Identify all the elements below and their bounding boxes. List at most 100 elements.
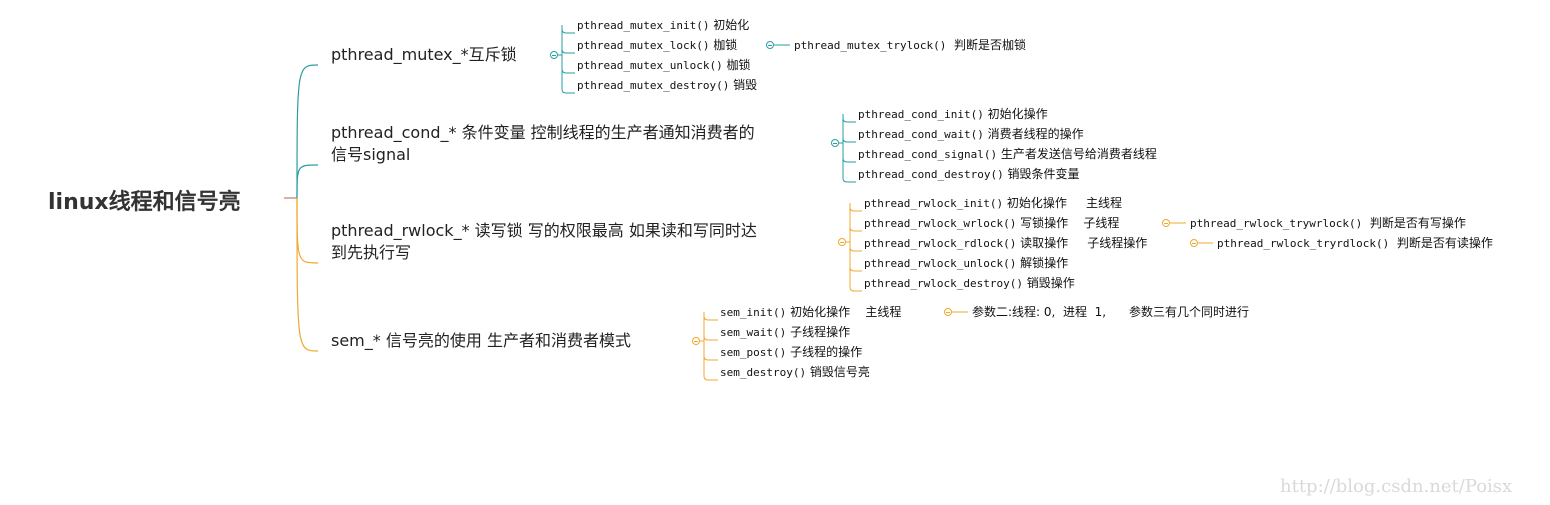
function-name: pthread_cond_destroy() (858, 168, 1004, 181)
child-topic[interactable]: pthread_mutex_unlock() 枷锁 (577, 57, 751, 74)
minus-icon (840, 241, 844, 243)
collapse-toggle-icon[interactable] (944, 308, 952, 316)
collapse-toggle-icon[interactable] (1162, 219, 1170, 227)
child-connector (842, 157, 856, 163)
watermark: http://blog.csdn.net/Poisx (1280, 476, 1513, 497)
mindmap-connectors (284, 25, 1213, 381)
function-name: sem_wait() (720, 326, 787, 339)
branch-connector-0 (296, 64, 319, 199)
collapse-toggle-icon[interactable] (831, 139, 839, 147)
branch-label-line2: 到先执行写 (331, 243, 412, 262)
function-note: 初始化操作 主线程 (1006, 196, 1122, 210)
function-name: pthread_mutex_init() (577, 19, 710, 32)
child-connector (703, 335, 718, 341)
collapse-toggle-icon[interactable] (692, 337, 700, 345)
child-connector (561, 68, 575, 74)
child-connector (561, 48, 575, 54)
child-topic[interactable]: pthread_cond_destroy() 销毁条件变量 (858, 166, 1080, 183)
child-topic[interactable]: pthread_rwlock_rdlock() 读取操作 子线程操作 (864, 235, 1147, 252)
branch-label-line2: 信号signal (331, 145, 411, 164)
child-connector (842, 137, 856, 143)
function-name: sem_init() (720, 306, 787, 319)
child-connector (849, 226, 862, 232)
child-connector (703, 315, 718, 321)
minus-icon (768, 44, 772, 46)
sub-topic[interactable]: 参数二:线程: 0, 进程 1, 参数三有几个同时进行 (972, 304, 1249, 320)
child-topic[interactable]: pthread_rwlock_destroy() 销毁操作 (864, 275, 1075, 292)
branch-topic-3[interactable]: sem_* 信号亮的使用 生产者和消费者模式 (331, 330, 631, 352)
function-name: pthread_rwlock_wrlock() (864, 217, 1017, 230)
function-note: 生产者发送信号给消费者线程 (1000, 147, 1157, 161)
child-connector (561, 28, 575, 34)
function-note: 销毁条件变量 (1007, 167, 1080, 181)
function-name: pthread_mutex_trylock() (794, 39, 947, 52)
function-name: pthread_rwlock_init() (864, 197, 1004, 210)
function-name: sem_post() (720, 346, 787, 359)
collapse-toggle-icon[interactable] (1190, 239, 1198, 247)
function-note: 参数二:线程: 0, 进程 1, 参数三有几个同时进行 (972, 305, 1249, 319)
function-note: 枷锁 (726, 58, 751, 72)
function-note: 写锁操作 子线程 (1020, 216, 1120, 230)
collapse-toggle-icon[interactable] (766, 41, 774, 49)
function-note: 初始化操作 主线程 (790, 305, 902, 319)
child-topic[interactable]: pthread_cond_signal() 生产者发送信号给消费者线程 (858, 146, 1157, 163)
function-name: sem_destroy() (720, 366, 807, 379)
child-connector (703, 355, 718, 361)
child-topic[interactable]: pthread_rwlock_init() 初始化操作 主线程 (864, 195, 1122, 212)
branch-topic-1[interactable]: pthread_cond_* 条件变量 控制线程的生产者通知消费者的 信号sign… (331, 122, 755, 166)
function-note: 解锁操作 (1020, 256, 1069, 270)
child-connector (703, 375, 718, 381)
child-topic[interactable]: sem_wait() 子线程操作 (720, 324, 850, 341)
sub-topic[interactable]: pthread_rwlock_trywrlock() 判断是否有写操作 (1190, 215, 1466, 232)
child-topic[interactable]: pthread_cond_init() 初始化操作 (858, 106, 1048, 123)
child-connector (849, 286, 862, 292)
minus-icon (552, 54, 556, 56)
collapse-toggle-icon[interactable] (838, 238, 846, 246)
function-name: pthread_cond_init() (858, 108, 984, 121)
branch-connector-2 (296, 197, 319, 264)
function-note: 销毁信号亮 (809, 365, 870, 379)
child-connector (842, 177, 856, 183)
function-note: 消费者线程的操作 (987, 127, 1084, 141)
sub-topic[interactable]: pthread_mutex_trylock() 判断是否枷锁 (794, 37, 1026, 54)
child-connector (849, 246, 862, 252)
function-name: pthread_cond_signal() (858, 148, 998, 161)
child-topic[interactable]: pthread_mutex_destroy() 销毁 (577, 77, 757, 94)
child-topic[interactable]: sem_init() 初始化操作 主线程 (720, 304, 901, 321)
child-topic[interactable]: pthread_rwlock_wrlock() 写锁操作 子线程 (864, 215, 1119, 232)
function-name: pthread_mutex_destroy() (577, 79, 730, 92)
branch-label: pthread_cond_* 条件变量 控制线程的生产者通知消费者的 (331, 123, 755, 142)
child-connector (561, 88, 575, 94)
child-topic[interactable]: sem_post() 子线程的操作 (720, 344, 862, 361)
function-note: 枷锁 (713, 38, 738, 52)
function-name: pthread_rwlock_unlock() (864, 257, 1017, 270)
function-note: 销毁 (733, 78, 758, 92)
function-name: pthread_mutex_lock() (577, 39, 710, 52)
function-note: 子线程操作 (790, 325, 851, 339)
root-topic[interactable]: linux线程和信号亮 (48, 184, 241, 216)
function-note: 判断是否有写操作 (1369, 216, 1466, 230)
child-topic[interactable]: pthread_mutex_init() 初始化 (577, 17, 749, 34)
function-name: pthread_cond_wait() (858, 128, 984, 141)
child-topic[interactable]: pthread_cond_wait() 消费者线程的操作 (858, 126, 1084, 143)
child-topic[interactable]: pthread_rwlock_unlock() 解锁操作 (864, 255, 1068, 272)
branch-label: sem_* 信号亮的使用 生产者和消费者模式 (331, 331, 631, 350)
sub-topic[interactable]: pthread_rwlock_tryrdlock() 判断是否有读操作 (1217, 235, 1493, 252)
branch-topic-2[interactable]: pthread_rwlock_* 读写锁 写的权限最高 如果读和写同时达 到先执行… (331, 220, 757, 264)
child-topic[interactable]: pthread_mutex_lock() 枷锁 (577, 37, 737, 54)
branch-topic-0[interactable]: pthread_mutex_*互斥锁 (331, 44, 517, 66)
child-connector (842, 117, 856, 123)
child-connector (849, 206, 862, 212)
minus-icon (833, 142, 837, 144)
branch-label: pthread_rwlock_* 读写锁 写的权限最高 如果读和写同时达 (331, 221, 757, 240)
minus-icon (1164, 222, 1168, 224)
function-note: 判断是否有读操作 (1396, 236, 1493, 250)
function-note: 初始化 (713, 18, 750, 32)
child-topic[interactable]: sem_destroy() 销毁信号亮 (720, 364, 870, 381)
collapse-toggle-icon[interactable] (550, 51, 558, 59)
function-note: 判断是否枷锁 (953, 38, 1026, 52)
branch-connector-1 (296, 164, 319, 199)
branch-label: pthread_mutex_*互斥锁 (331, 45, 517, 64)
